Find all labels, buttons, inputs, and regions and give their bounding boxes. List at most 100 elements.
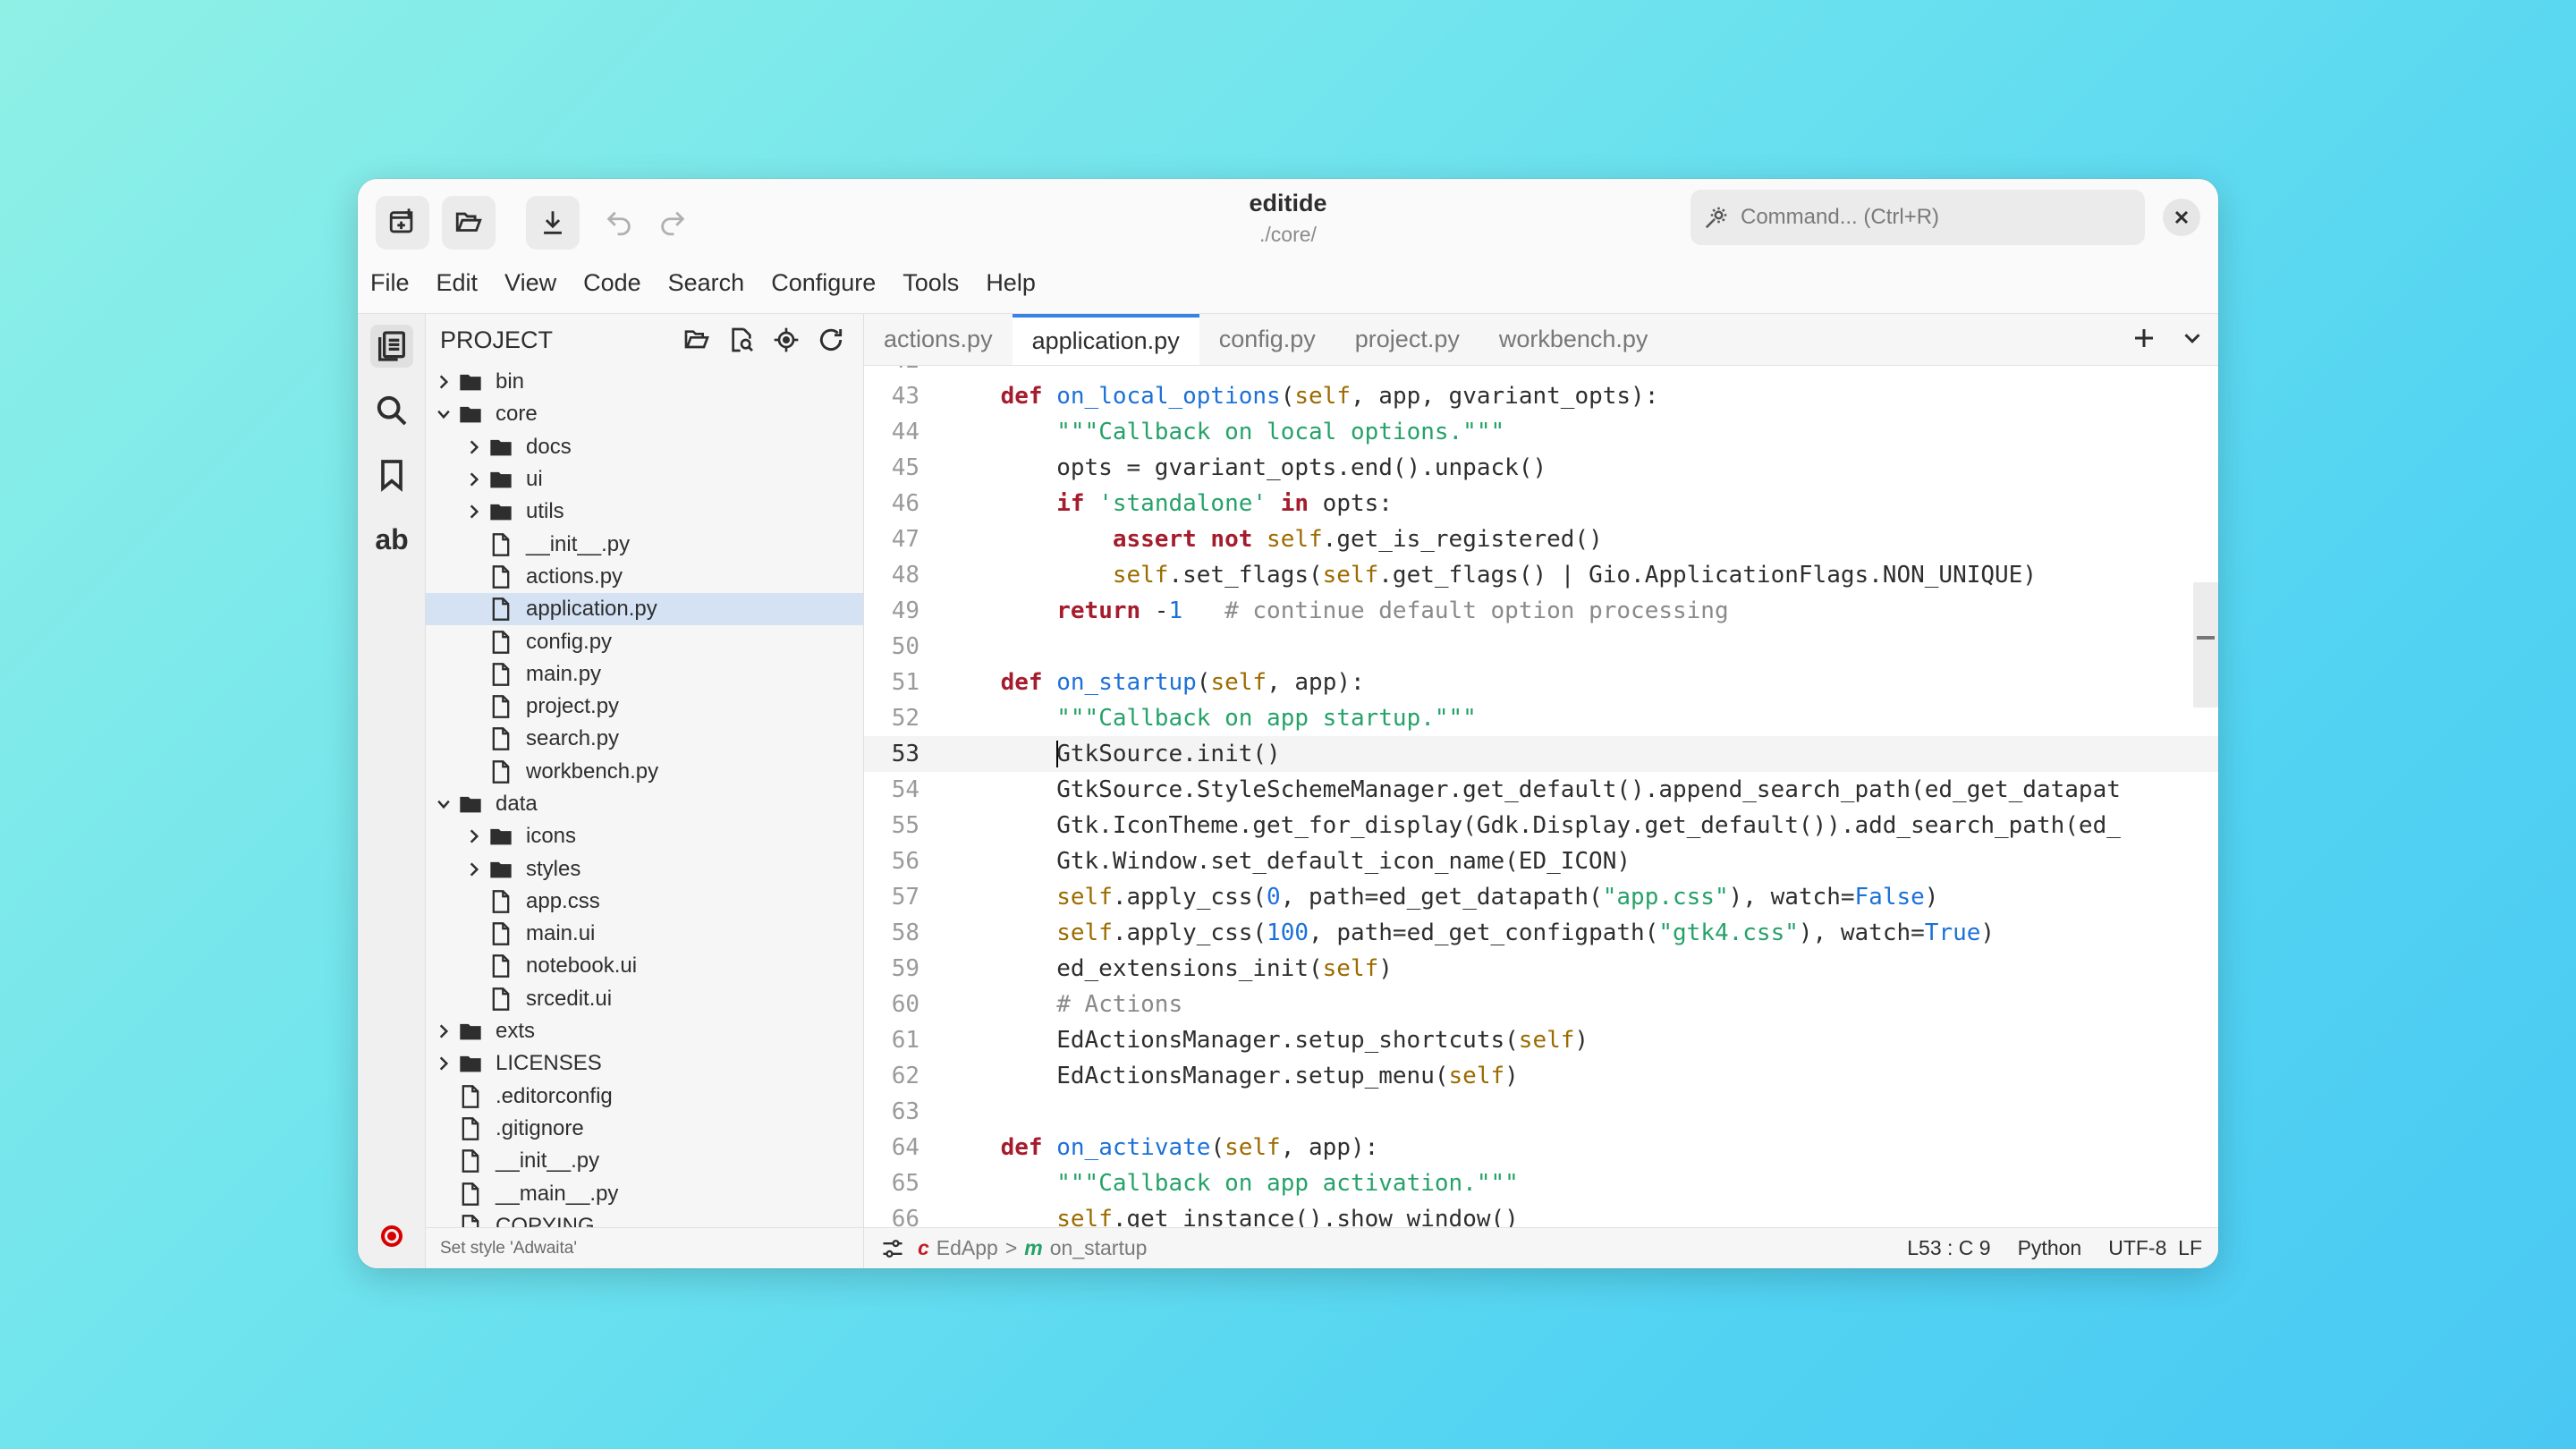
code-line[interactable]: 61 EdActionsManager.setup_shortcuts(self…: [864, 1022, 2218, 1058]
code-line[interactable]: 66 self.get_instance().show_window(): [864, 1201, 2218, 1227]
code-line[interactable]: 60 # Actions: [864, 987, 2218, 1022]
menu-configure[interactable]: Configure: [771, 269, 890, 297]
code-line[interactable]: 46 if 'standalone' in opts:: [864, 486, 2218, 521]
find-file-button[interactable]: [724, 322, 759, 358]
breadcrumb-class[interactable]: EdApp: [936, 1236, 998, 1260]
new-tab-button[interactable]: [2131, 325, 2157, 356]
tree-file[interactable]: app.css: [426, 886, 863, 918]
language-selector[interactable]: Python: [2018, 1236, 2082, 1260]
tab-list-button[interactable]: [2179, 325, 2206, 356]
tree-file[interactable]: __init__.py: [426, 1145, 863, 1177]
tree-file[interactable]: COPYING: [426, 1210, 863, 1227]
code-line[interactable]: 56 Gtk.Window.set_default_icon_name(ED_I…: [864, 843, 2218, 879]
tree-folder[interactable]: styles: [426, 852, 863, 885]
tree-folder[interactable]: exts: [426, 1015, 863, 1047]
code-line[interactable]: 64 def on_activate(self, app):: [864, 1130, 2218, 1165]
code-line[interactable]: 57 self.apply_css(0, path=ed_get_datapat…: [864, 879, 2218, 915]
tree-file[interactable]: search.py: [426, 723, 863, 755]
tree-file[interactable]: __init__.py: [426, 528, 863, 560]
redo-button[interactable]: [646, 196, 699, 250]
tree-folder[interactable]: data: [426, 788, 863, 820]
close-button[interactable]: [2163, 199, 2200, 236]
tree-folder[interactable]: LICENSES: [426, 1047, 863, 1080]
code-line[interactable]: 63: [864, 1094, 2218, 1130]
tree-file[interactable]: config.py: [426, 625, 863, 657]
tree-folder[interactable]: core: [426, 398, 863, 430]
code-line[interactable]: 54 GtkSource.StyleSchemeManager.get_defa…: [864, 772, 2218, 808]
breadcrumb-separator: >: [1004, 1236, 1018, 1259]
code-editor[interactable]: 42 43 def on_local_options(self, app, gva…: [864, 366, 2218, 1227]
tab-application[interactable]: application.py: [1012, 314, 1199, 365]
tree-file[interactable]: .gitignore: [426, 1113, 863, 1145]
tree-folder[interactable]: utils: [426, 496, 863, 528]
tree-file[interactable]: srcedit.ui: [426, 983, 863, 1015]
new-window-button[interactable]: [376, 196, 429, 250]
code-line[interactable]: 43 def on_local_options(self, app, gvari…: [864, 378, 2218, 414]
code-text: if 'standalone' in opts:: [1056, 490, 1393, 517]
code-line[interactable]: 59 ed_extensions_init(self): [864, 951, 2218, 987]
code-line[interactable]: 55 Gtk.IconTheme.get_for_display(Gdk.Dis…: [864, 808, 2218, 843]
tree-file[interactable]: application.py: [426, 593, 863, 626]
code-line[interactable]: 65 """Callback on app activation.""": [864, 1165, 2218, 1201]
tree-file[interactable]: __main__.py: [426, 1177, 863, 1209]
code-line[interactable]: 62 EdActionsManager.setup_menu(self): [864, 1058, 2218, 1094]
code-line[interactable]: 45 opts = gvariant_opts.end().unpack(): [864, 450, 2218, 486]
line-number: 46: [891, 490, 919, 517]
bookmarks-panel-button[interactable]: [370, 453, 413, 496]
save-button[interactable]: [526, 196, 580, 250]
code-line[interactable]: 49 return -1 # continue default option p…: [864, 593, 2218, 629]
tree-folder[interactable]: icons: [426, 820, 863, 852]
tree-file[interactable]: notebook.ui: [426, 950, 863, 982]
code-line[interactable]: 44 """Callback on local options.""": [864, 414, 2218, 450]
menu-edit[interactable]: Edit: [436, 269, 493, 297]
code-text: self.apply_css(100, path=ed_get_configpa…: [1056, 919, 1996, 946]
project-panel-button[interactable]: [370, 325, 413, 368]
undo-button[interactable]: [592, 196, 646, 250]
spellcheck-panel-button[interactable]: ab: [370, 518, 413, 561]
menu-help[interactable]: Help: [986, 269, 1050, 297]
search-panel-button[interactable]: [370, 389, 413, 432]
tree-file[interactable]: workbench.py: [426, 756, 863, 788]
tree-folder[interactable]: ui: [426, 463, 863, 496]
folder-icon: [490, 861, 512, 877]
tab-project[interactable]: project.py: [1335, 314, 1479, 365]
menu-search[interactable]: Search: [668, 269, 759, 297]
command-bar[interactable]: [1690, 190, 2145, 245]
tree-file[interactable]: actions.py: [426, 561, 863, 593]
refresh-button[interactable]: [813, 322, 849, 358]
code-text: def on_local_options(self, app, gvariant…: [1000, 383, 1659, 410]
code-line[interactable]: 53 GtkSource.init(): [864, 736, 2218, 772]
tab-workbench[interactable]: workbench.py: [1479, 314, 1668, 365]
code-line[interactable]: 47 assert not self.get_is_registered(): [864, 521, 2218, 557]
tree-folder[interactable]: bin: [426, 366, 863, 398]
breadcrumb[interactable]: c EdApp > m on_startup: [918, 1236, 1147, 1260]
tree-folder[interactable]: docs: [426, 431, 863, 463]
tree-file[interactable]: .editorconfig: [426, 1080, 863, 1113]
code-line[interactable]: 58 self.apply_css(100, path=ed_get_confi…: [864, 915, 2218, 951]
breadcrumb-method[interactable]: on_startup: [1050, 1236, 1148, 1260]
tab-config[interactable]: config.py: [1199, 314, 1335, 365]
folder-icon: [490, 471, 512, 488]
code-line[interactable]: 52 """Callback on app startup.""": [864, 700, 2218, 736]
code-line[interactable]: 51 def on_startup(self, app):: [864, 665, 2218, 700]
tree-file[interactable]: main.py: [426, 658, 863, 691]
tree-file[interactable]: main.ui: [426, 918, 863, 950]
open-button[interactable]: [442, 196, 496, 250]
menu-code[interactable]: Code: [583, 269, 656, 297]
code-line[interactable]: 42: [864, 366, 2218, 378]
menu-file[interactable]: File: [370, 269, 424, 297]
open-folder-button[interactable]: [679, 322, 715, 358]
tree-file[interactable]: project.py: [426, 691, 863, 723]
vertical-scrollbar[interactable]: [2193, 582, 2218, 708]
cursor-position[interactable]: L53 : C 9: [1907, 1236, 1990, 1260]
locate-file-button[interactable]: [768, 322, 804, 358]
tab-actions[interactable]: actions.py: [864, 314, 1013, 365]
encoding-selector[interactable]: UTF-8 LF: [2108, 1236, 2202, 1260]
menu-view[interactable]: View: [504, 269, 571, 297]
menu-tools[interactable]: Tools: [902, 269, 973, 297]
sliders-icon[interactable]: [880, 1236, 905, 1261]
code-line[interactable]: 48 self.set_flags(self.get_flags() | Gio…: [864, 557, 2218, 593]
command-input[interactable]: [1741, 205, 2116, 230]
record-icon[interactable]: [381, 1225, 402, 1247]
code-line[interactable]: 50: [864, 629, 2218, 665]
